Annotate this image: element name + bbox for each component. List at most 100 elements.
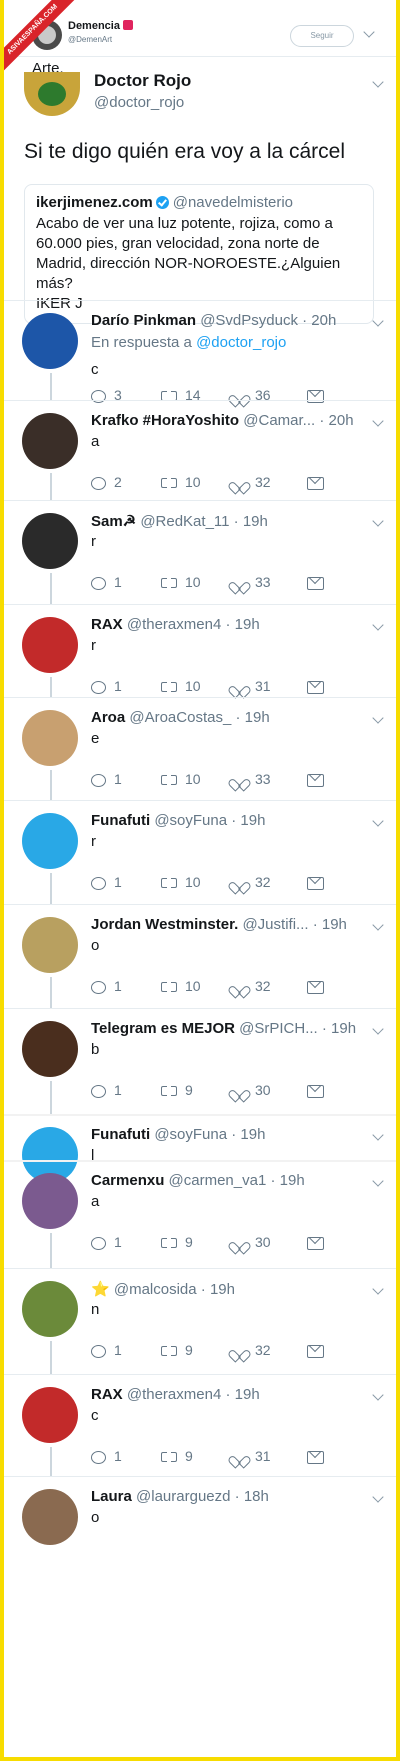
reply-handle[interactable]: @theraxmen4 bbox=[127, 616, 221, 633]
reply-avatar[interactable] bbox=[22, 917, 78, 973]
reply-name[interactable]: Jordan Westminster. bbox=[91, 916, 238, 933]
reply-handle[interactable]: @Camar... bbox=[243, 412, 315, 429]
reply-avatar[interactable] bbox=[22, 813, 78, 869]
reply-action[interactable]: 1 bbox=[91, 977, 122, 995]
reply-name[interactable]: Darío Pinkman bbox=[91, 312, 196, 329]
reply-avatar[interactable] bbox=[22, 413, 78, 469]
reply-time[interactable]: · 20h bbox=[302, 312, 336, 329]
reply-avatar[interactable] bbox=[22, 1021, 78, 1077]
reply-name[interactable]: ⭐ bbox=[91, 1281, 110, 1298]
like-action[interactable]: 31 bbox=[233, 1447, 271, 1465]
chevron-down-icon[interactable] bbox=[372, 815, 384, 827]
reply-tweet[interactable]: Darío Pinkman @SvdPsyduck · 20h En respue… bbox=[4, 300, 396, 403]
reply-action[interactable]: 2 bbox=[91, 473, 122, 491]
retweet-action[interactable]: 10 bbox=[161, 977, 201, 995]
in-reply-to-link[interactable]: @doctor_rojo bbox=[196, 334, 286, 351]
reply-avatar[interactable] bbox=[22, 513, 78, 569]
like-action[interactable]: 32 bbox=[233, 1341, 271, 1359]
reply-tweet[interactable]: RAX @theraxmen4 · 19h r 1 10 31 bbox=[4, 604, 396, 698]
main-tweet-name[interactable]: Doctor Rojo bbox=[94, 71, 191, 91]
chevron-down-icon[interactable] bbox=[372, 619, 384, 631]
reply-handle[interactable]: @carmen_va1 bbox=[169, 1172, 267, 1189]
reply-handle[interactable]: @laurarguezd bbox=[136, 1488, 230, 1505]
reply-name[interactable]: Funafuti bbox=[91, 812, 150, 829]
reply-action[interactable]: 1 bbox=[91, 1447, 122, 1465]
reply-action[interactable]: 1 bbox=[91, 1233, 122, 1251]
reply-time[interactable]: · 19h bbox=[231, 812, 265, 829]
like-action[interactable]: 30 bbox=[233, 1233, 271, 1251]
chevron-down-icon[interactable] bbox=[372, 1129, 384, 1141]
reply-handle[interactable]: @theraxmen4 bbox=[127, 1386, 221, 1403]
chevron-down-icon[interactable] bbox=[372, 1175, 384, 1187]
chevron-down-icon[interactable] bbox=[372, 76, 384, 88]
reply-name[interactable]: Laura bbox=[91, 1488, 132, 1505]
reply-time[interactable]: · 19h bbox=[234, 513, 268, 530]
dm-action[interactable] bbox=[307, 1081, 332, 1099]
reply-name[interactable]: Sam☭ bbox=[91, 513, 136, 530]
reply-avatar[interactable] bbox=[22, 710, 78, 766]
reply-avatar[interactable] bbox=[22, 1281, 78, 1337]
dm-action[interactable] bbox=[307, 1447, 332, 1465]
dm-action[interactable] bbox=[307, 473, 332, 491]
reply-name[interactable]: Telegram es MEJOR bbox=[91, 1020, 235, 1037]
reply-time[interactable]: · 19h bbox=[225, 1386, 259, 1403]
reply-name[interactable]: Carmenxu bbox=[91, 1172, 164, 1189]
retweet-action[interactable]: 10 bbox=[161, 873, 201, 891]
like-action[interactable]: 33 bbox=[233, 573, 271, 591]
retweet-action[interactable]: 10 bbox=[161, 573, 201, 591]
reply-time[interactable]: · 19h bbox=[231, 1126, 265, 1143]
reply-tweet[interactable]: Funafuti @soyFuna · 19h l bbox=[4, 1114, 396, 1183]
retweet-action[interactable]: 9 bbox=[161, 1447, 193, 1465]
reply-avatar[interactable] bbox=[22, 313, 78, 369]
reply-handle[interactable]: @soyFuna bbox=[154, 812, 227, 829]
reply-name[interactable]: Krafko #HoraYoshito bbox=[91, 412, 239, 429]
chevron-down-icon[interactable] bbox=[372, 415, 384, 427]
reply-tweet[interactable]: Carmenxu @carmen_va1 · 19h a 1 9 30 bbox=[4, 1160, 396, 1269]
reply-tweet[interactable]: Krafko #HoraYoshito @Camar... · 20h a 2 1… bbox=[4, 400, 396, 501]
main-tweet-avatar[interactable] bbox=[24, 72, 80, 116]
dm-action[interactable] bbox=[307, 573, 332, 591]
chevron-down-icon[interactable] bbox=[372, 712, 384, 724]
reply-avatar[interactable] bbox=[22, 1173, 78, 1229]
dm-action[interactable] bbox=[307, 977, 332, 995]
dm-action[interactable] bbox=[307, 873, 332, 891]
dm-action[interactable] bbox=[307, 677, 332, 695]
reply-action[interactable]: 1 bbox=[91, 573, 122, 591]
reply-handle[interactable]: @soyFuna bbox=[154, 1126, 227, 1143]
dm-action[interactable] bbox=[307, 770, 332, 788]
like-action[interactable]: 33 bbox=[233, 770, 271, 788]
reply-tweet[interactable]: Sam☭ @RedKat_11 · 19h r 1 10 33 bbox=[4, 500, 396, 605]
reply-time[interactable]: · 19h bbox=[225, 616, 259, 633]
like-action[interactable]: 32 bbox=[233, 873, 271, 891]
reply-time[interactable]: · 18h bbox=[235, 1488, 269, 1505]
reply-time[interactable]: · 19h bbox=[270, 1172, 304, 1189]
reply-handle[interactable]: @malcosida bbox=[114, 1281, 197, 1298]
retweet-action[interactable]: 9 bbox=[161, 1341, 193, 1359]
reply-time[interactable]: · 19h bbox=[313, 916, 347, 933]
chevron-down-icon[interactable] bbox=[372, 1283, 384, 1295]
follow-button[interactable]: Seguir bbox=[290, 25, 354, 47]
reply-tweet[interactable]: ⭐ @malcosida · 19h n 1 9 32 bbox=[4, 1268, 396, 1375]
retweet-action[interactable]: 10 bbox=[161, 770, 201, 788]
chevron-down-icon[interactable] bbox=[372, 919, 384, 931]
chevron-down-icon[interactable] bbox=[372, 515, 384, 527]
reply-time[interactable]: · 19h bbox=[235, 709, 269, 726]
reply-avatar[interactable] bbox=[22, 1489, 78, 1545]
reply-action[interactable]: 1 bbox=[91, 677, 122, 695]
dm-action[interactable] bbox=[307, 1233, 332, 1251]
reply-avatar[interactable] bbox=[22, 617, 78, 673]
reply-handle[interactable]: @Justifi... bbox=[242, 916, 308, 933]
like-action[interactable]: 32 bbox=[233, 473, 271, 491]
reply-tweet[interactable]: Aroa @AroaCostas_ · 19h e 1 10 33 bbox=[4, 697, 396, 801]
chevron-down-icon[interactable] bbox=[372, 1491, 384, 1503]
reply-handle[interactable]: @RedKat_11 bbox=[140, 513, 229, 530]
reply-time[interactable]: · 19h bbox=[322, 1020, 356, 1037]
reply-action[interactable]: 1 bbox=[91, 770, 122, 788]
reply-name[interactable]: Aroa bbox=[91, 709, 125, 726]
header-name[interactable]: Demencia bbox=[68, 20, 133, 32]
reply-name[interactable]: Funafuti bbox=[91, 1126, 150, 1143]
reply-time[interactable]: · 19h bbox=[201, 1281, 235, 1298]
retweet-action[interactable]: 9 bbox=[161, 1233, 193, 1251]
reply-action[interactable]: 1 bbox=[91, 1081, 122, 1099]
reply-handle[interactable]: @SvdPsyduck bbox=[200, 312, 298, 329]
